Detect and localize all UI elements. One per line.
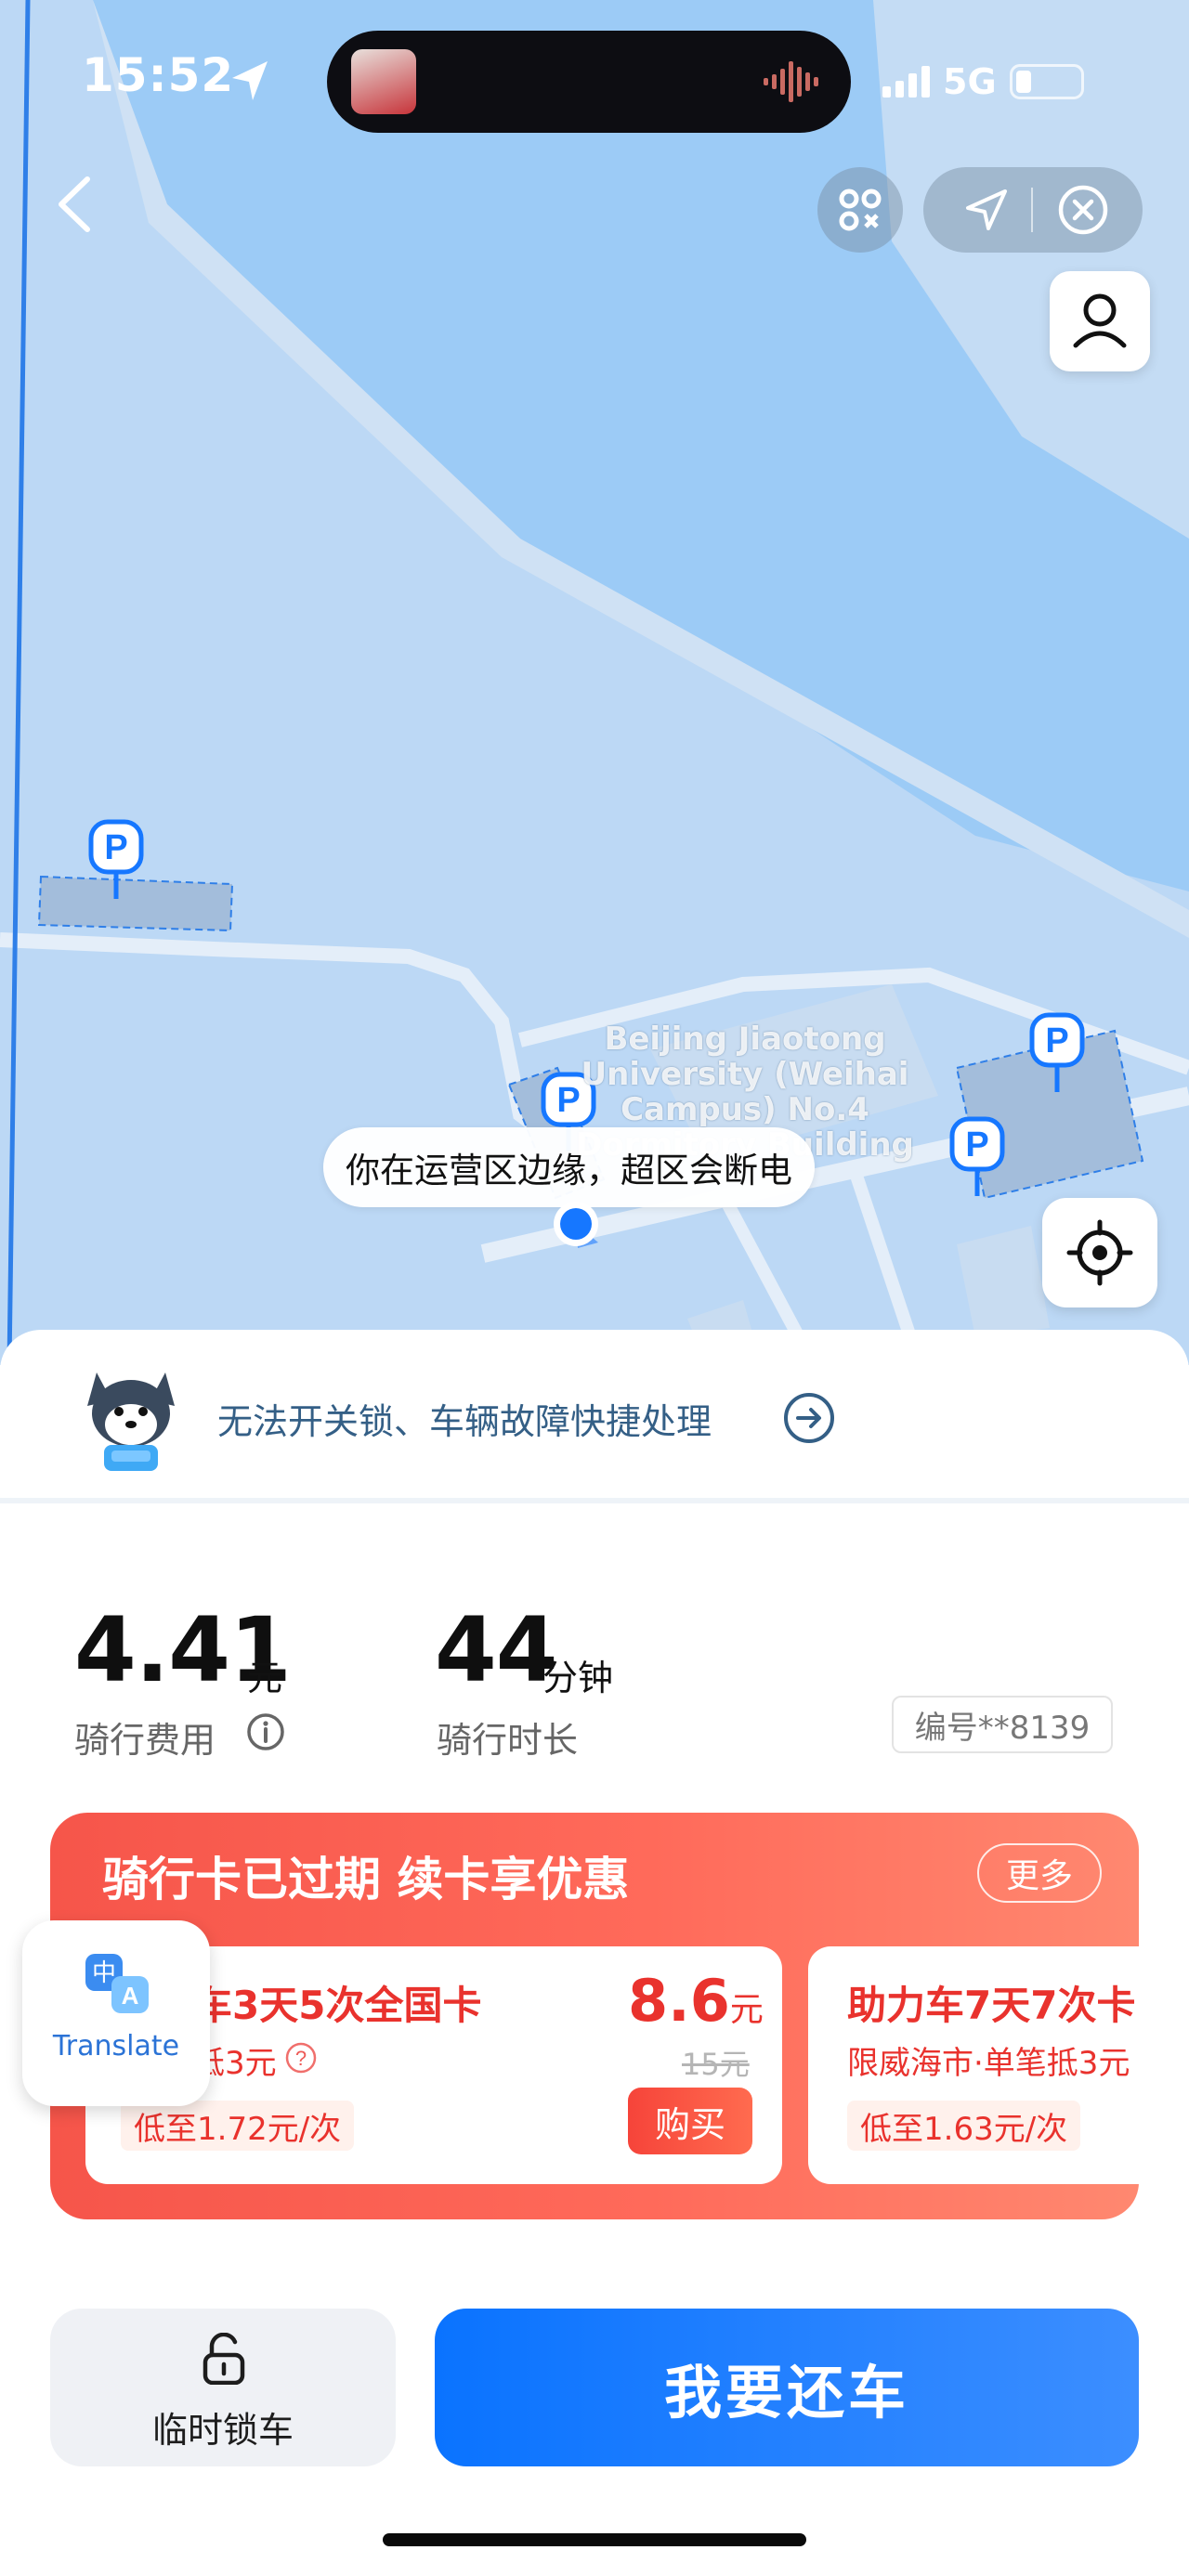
info-icon[interactable] (245, 1711, 286, 1752)
parking-pin-icon[interactable]: P (1029, 1012, 1085, 1094)
translate-icon: 中 A (85, 1954, 149, 2013)
divider (0, 1498, 1189, 1503)
ride-fee-unit: 元 (247, 1658, 283, 1698)
ride-duration-label: 骑行时长 (437, 1720, 579, 1761)
status-indicators: 5G (882, 54, 1084, 110)
svg-text:A: A (122, 1982, 139, 2010)
unlock-icon (203, 2333, 245, 2385)
recenter-button[interactable] (1042, 1198, 1157, 1308)
navigate-arrow-icon[interactable] (964, 188, 1009, 232)
scan-icon (839, 189, 882, 231)
temp-lock-label: 临时锁车 (151, 2410, 294, 2451)
promo-title: 骑行卡已过期 续卡享优惠 (102, 1853, 630, 1906)
navigation-controls[interactable] (923, 167, 1143, 253)
parking-pin-label: P (104, 828, 127, 867)
now-playing-artwork (351, 49, 416, 114)
user-icon (1073, 293, 1127, 348)
network-type: 5G (943, 61, 997, 102)
home-indicator[interactable] (383, 2533, 806, 2546)
parking-pin-icon[interactable]: P (88, 819, 144, 901)
more-button[interactable]: 更多 (977, 1843, 1102, 1903)
question-icon[interactable]: ? (284, 2041, 318, 2075)
scan-button[interactable] (817, 167, 903, 253)
promo-card[interactable]: 助力车7天7次卡 限威海市·单笔抵3元 低至1.63元/次 (808, 1946, 1139, 2184)
ride-duration-unit: 分钟 (542, 1658, 614, 1698)
profile-button[interactable] (1050, 271, 1150, 371)
parking-pin-label: P (965, 1125, 988, 1164)
crosshair-icon (1066, 1219, 1133, 1286)
status-time: 15:52 (82, 48, 235, 102)
svg-text:中: 中 (92, 1959, 116, 1987)
signal-icon (882, 66, 930, 98)
parking-pin-label: P (1045, 1021, 1068, 1060)
promo-card-subtitle: 限威海市·单笔抵3元 (847, 2045, 1130, 2082)
promo-card-price: 8.6元 (628, 1967, 764, 2035)
close-icon[interactable] (1057, 184, 1109, 236)
edge-warning-toast: 你在运营区边缘，超区会断电 (323, 1127, 815, 1207)
promo-card-tag: 低至1.72元/次 (121, 2101, 355, 2151)
ride-duration-value: 44 (435, 1598, 558, 1702)
husky-mascot-icon (87, 1373, 175, 1471)
back-icon[interactable] (46, 172, 102, 237)
battery-icon (1009, 64, 1084, 99)
promo-card-name: 车3天5次全国卡 (193, 1983, 482, 2028)
translate-label: Translate (52, 2030, 180, 2062)
user-location-marker (554, 1202, 598, 1248)
buy-button[interactable]: 购买 (628, 2088, 752, 2154)
promo-card-tag: 低至1.63元/次 (847, 2101, 1081, 2151)
promo-card-old-price: 15元 (682, 2047, 750, 2082)
bike-serial-badge: 编号**8139 (892, 1696, 1113, 1753)
return-bike-button[interactable]: 我要还车 (435, 2309, 1139, 2466)
audio-wave-icon (764, 61, 818, 102)
parking-pin-icon[interactable]: P (949, 1116, 1005, 1198)
svg-text:?: ? (295, 2047, 307, 2070)
promo-card-name: 助力车7天7次卡 (847, 1983, 1136, 2028)
arrow-right-circle-icon[interactable] (783, 1392, 835, 1444)
help-text[interactable]: 无法开关锁、车辆故障快捷处理 (217, 1393, 712, 1444)
location-arrow-icon (232, 61, 268, 100)
ride-fee-label: 骑行费用 (74, 1720, 216, 1761)
